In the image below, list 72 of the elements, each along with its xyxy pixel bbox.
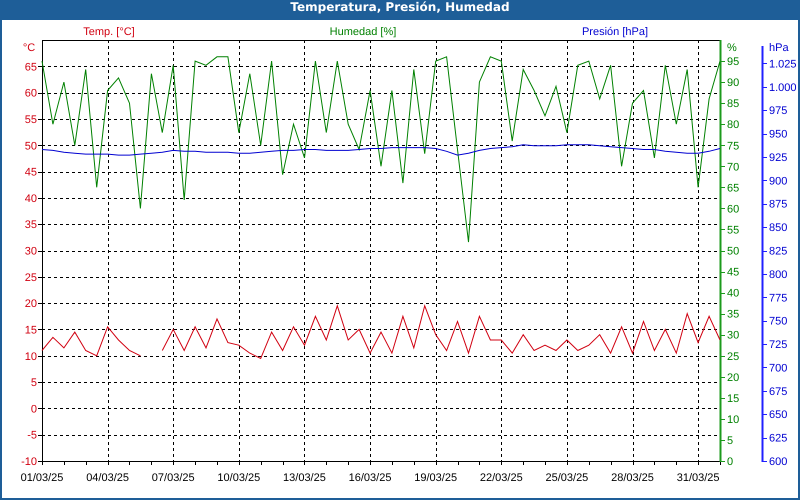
y-tick-label: 55 [727,224,740,236]
x-tick-label: 16/03/25 [348,472,392,484]
y-tick-label: 15 [727,392,740,405]
y-tick-label: 80 [727,119,740,132]
x-tick-label: 07/03/25 [152,472,195,484]
series-title: Presión [hPa] [582,26,648,38]
y-tick-label: 825 [769,246,788,258]
y-tick-label: 650 [769,409,788,422]
axis-unit-label: hPa [769,42,789,54]
y-tick-label: 45 [24,166,37,179]
y-tick-label: 70 [727,161,740,174]
y-tick-label: 40 [24,192,37,205]
y-tick-label: 35 [24,219,37,232]
x-tick-label: 04/03/25 [86,472,130,484]
y-tick-label: 25 [24,272,37,284]
y-tick-label: 10 [24,350,37,363]
y-tick-label: 5 [727,434,734,447]
x-tick-label: 13/03/25 [283,472,326,484]
x-tick-label: 31/03/25 [676,472,720,484]
y-tick-label: 35 [727,308,740,321]
y-tick-label: 975 [769,105,788,118]
y-tick-label: 675 [769,386,788,398]
y-tick-label: 600 [769,456,788,468]
x-tick-label: 01/03/25 [20,472,64,484]
axis-unit-label: °C [22,42,36,54]
y-tick-label: 20 [727,372,740,384]
y-tick-label: 750 [769,316,788,328]
y-tick-label: 30 [727,330,740,342]
y-tick-label: 60 [24,88,37,100]
window-title: Temperatura, Presión, Humedad [289,0,511,16]
y-tick-label: 65 [24,61,37,74]
y-tick-label: 30 [24,246,37,258]
y-tick-label: 725 [769,339,788,352]
y-tick-label: 45 [727,266,740,279]
y-tick-label: 25 [727,350,740,363]
y-tick-label: 15 [24,324,37,336]
axis-unit-label: % [727,42,737,54]
y-tick-label: 5 [30,377,37,390]
y-tick-label: 10 [727,414,740,426]
y-tick-label: 1.000 [769,82,797,94]
y-tick-label: 0 [727,456,734,468]
y-tick-label: 40 [727,288,740,300]
x-tick-label: 10/03/25 [217,472,260,484]
y-tick-label: 50 [24,140,37,152]
y-tick-label: 95 [727,56,740,68]
y-tick-label: 925 [769,152,788,164]
y-tick-label: 950 [769,128,788,141]
y-tick-label: 90 [727,77,740,90]
y-tick-label: 0 [30,403,37,416]
y-tick-label: 50 [727,246,740,258]
series-title: Temp. [°C] [83,26,135,38]
y-tick-label: 20 [24,298,37,310]
y-tick-label: 700 [769,362,788,374]
y-tick-label: 800 [769,268,788,281]
y-tick-label: -10 [21,456,37,468]
y-tick-label: 900 [769,175,788,188]
y-tick-label: 875 [769,198,788,211]
y-tick-label: 60 [727,203,740,216]
x-tick-label: 28/03/25 [611,472,654,484]
y-tick-label: 1.025 [769,58,797,70]
y-tick-label: 65 [727,182,740,194]
y-tick-label: 775 [769,292,788,304]
x-tick-label: 19/03/25 [414,472,458,484]
y-tick-label: 85 [727,98,740,110]
x-tick-label: 22/03/25 [480,472,523,484]
series-title: Humedad [%] [330,26,396,38]
y-tick-label: -5 [27,430,37,442]
y-tick-label: 75 [727,140,740,152]
y-tick-label: 625 [769,432,788,445]
y-tick-label: 55 [24,114,37,126]
x-tick-label: 25/03/25 [546,472,588,484]
y-tick-label: 850 [769,222,788,234]
